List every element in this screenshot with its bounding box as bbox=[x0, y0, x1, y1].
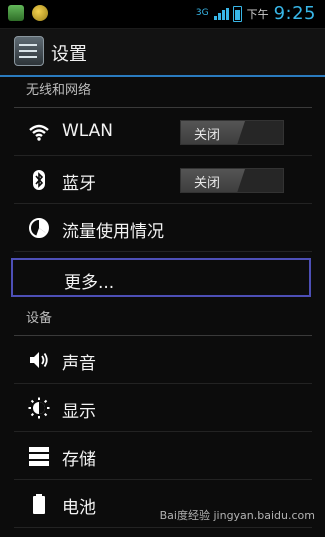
wlan-toggle-state: 关闭 bbox=[194, 128, 221, 143]
settings-item-data-usage[interactable]: 流量使用情况 bbox=[14, 204, 312, 252]
status-bar: 3G 下午 9:25 bbox=[0, 0, 325, 29]
settings-item-storage[interactable]: 存储 bbox=[14, 432, 312, 480]
page-title: 设置 bbox=[51, 44, 87, 65]
settings-item-bluetooth[interactable]: 蓝牙 关闭 bbox=[14, 156, 312, 204]
data-usage-icon bbox=[29, 218, 49, 238]
bluetooth-icon bbox=[33, 170, 45, 190]
display-label: 显示 bbox=[62, 402, 96, 422]
app-notification-icon bbox=[32, 5, 48, 21]
storage-label: 存储 bbox=[62, 450, 96, 470]
brightness-icon bbox=[28, 397, 50, 419]
bluetooth-toggle-state: 关闭 bbox=[194, 176, 221, 191]
wlan-toggle[interactable]: 关闭 bbox=[180, 120, 284, 145]
network-type: 3G bbox=[195, 8, 209, 18]
settings-item-wlan[interactable]: WLAN 关闭 bbox=[14, 108, 312, 156]
settings-item-sound[interactable]: 声音 bbox=[14, 336, 312, 384]
speaker-icon bbox=[30, 352, 48, 368]
battery-label: 电池 bbox=[62, 498, 96, 518]
settings-item-display[interactable]: 显示 bbox=[14, 384, 312, 432]
battery-icon bbox=[232, 5, 242, 22]
bluetooth-label: 蓝牙 bbox=[62, 174, 96, 194]
status-indicators: 3G 下午 9:25 bbox=[196, 3, 316, 24]
settings-app-icon[interactable] bbox=[14, 36, 44, 66]
watermark: Bai度经验 jingyan.baidu.com bbox=[159, 509, 315, 522]
wlan-label: WLAN bbox=[62, 121, 114, 141]
section-header-device: 设备 bbox=[14, 304, 312, 336]
signal-icon bbox=[213, 7, 229, 20]
clock: 9:25 bbox=[273, 3, 316, 24]
wifi-icon bbox=[29, 124, 49, 141]
data-usage-label: 流量使用情况 bbox=[62, 222, 164, 242]
notification-icons bbox=[8, 5, 48, 21]
sound-label: 声音 bbox=[62, 354, 96, 374]
section-header-wireless: 无线和网络 bbox=[14, 76, 312, 108]
more-label: 更多... bbox=[64, 273, 115, 293]
app-notification-icon bbox=[8, 5, 24, 21]
settings-item-more[interactable]: 更多... bbox=[11, 258, 311, 297]
action-bar: 设置 bbox=[0, 29, 325, 77]
battery-icon bbox=[33, 494, 45, 514]
bluetooth-toggle[interactable]: 关闭 bbox=[180, 168, 284, 193]
time-period: 下午 bbox=[246, 7, 269, 21]
storage-icon bbox=[29, 447, 49, 466]
